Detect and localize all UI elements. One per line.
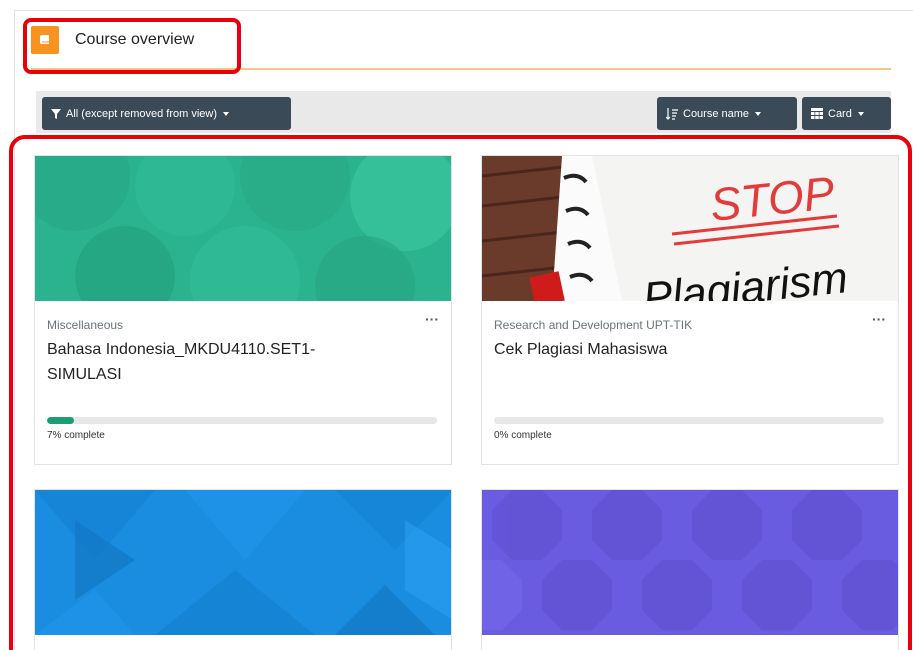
course-category: Research and Development UPT-TIK <box>494 318 693 332</box>
course-category: Miscellaneous <box>47 318 124 332</box>
course-image[interactable] <box>482 490 898 635</box>
progress-text: 0% complete <box>494 430 552 441</box>
ellipsis-icon[interactable]: ··· <box>872 311 886 327</box>
progress-bar <box>47 417 437 424</box>
sort-icon <box>666 107 678 120</box>
course-card[interactable]: Miscellaneous ··· Bahasa Indonesia_MKDU4… <box>34 155 452 465</box>
progress-bar-fill <box>47 417 75 424</box>
course-name-link[interactable]: Cek Plagiasi Mahasiswa <box>494 337 834 362</box>
course-toolbar: All (except removed from view) Course na… <box>36 91 891 133</box>
progress-text: 7% complete <box>47 430 105 441</box>
sort-dropdown-button[interactable]: Course name <box>657 97 797 130</box>
course-card[interactable]: STOP Plagiarism Research and Development… <box>481 155 899 465</box>
ellipsis-icon[interactable]: ··· <box>425 311 439 327</box>
chevron-down-icon <box>857 111 864 116</box>
course-image[interactable]: STOP Plagiarism <box>482 156 898 301</box>
title-highlight-box <box>23 18 241 74</box>
filter-icon <box>51 108 61 119</box>
course-card[interactable] <box>34 489 452 650</box>
chevron-down-icon <box>755 111 762 116</box>
view-dropdown-button[interactable]: Card <box>802 97 891 130</box>
filter-dropdown-button[interactable]: All (except removed from view) <box>42 97 291 130</box>
course-overview-block: Course overview All (except removed from… <box>9 10 913 650</box>
sort-label: Course name <box>683 107 750 120</box>
course-name-link[interactable]: Bahasa Indonesia_MKDU4110.SET1-SIMULASI <box>47 337 387 387</box>
progress-bar <box>494 417 884 424</box>
course-image[interactable] <box>35 156 451 301</box>
chevron-down-icon <box>223 111 229 116</box>
view-label: Card <box>828 107 852 120</box>
course-image[interactable] <box>35 490 451 635</box>
grid-icon <box>811 108 823 119</box>
filter-label: All (except removed from view) <box>66 107 217 120</box>
course-card[interactable] <box>481 489 899 650</box>
